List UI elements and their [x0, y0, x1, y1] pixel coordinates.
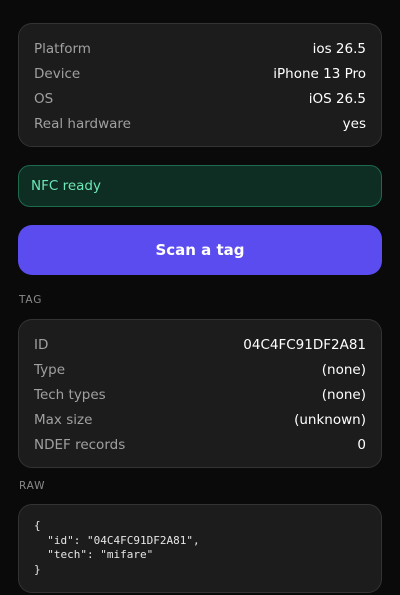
- platform-label: Platform: [34, 40, 91, 57]
- tag-ndef-records-label: NDEF records: [34, 436, 126, 453]
- tag-section-label: TAG: [19, 294, 43, 306]
- device-label: Device: [34, 65, 81, 82]
- tag-type-label: Type: [34, 361, 66, 378]
- device-info-card: Platform ios 26.5 Device iPhone 13 Pro O…: [18, 23, 382, 147]
- os-value: iOS 26.5: [308, 90, 366, 107]
- device-row-device: Device iPhone 13 Pro: [19, 61, 381, 86]
- platform-value: ios 26.5: [312, 40, 366, 57]
- tag-row-max-size: Max size (unknown): [19, 407, 381, 432]
- tag-max-size-label: Max size: [34, 411, 93, 428]
- nfc-screen: Platform ios 26.5 Device iPhone 13 Pro O…: [0, 0, 400, 595]
- tag-row-id: ID 04C4FC91DF2A81: [19, 332, 381, 357]
- device-row-platform: Platform ios 26.5: [19, 36, 381, 61]
- tag-tech-types-value: (none): [321, 386, 366, 403]
- real-hardware-label: Real hardware: [34, 115, 131, 132]
- tag-row-type: Type (none): [19, 357, 381, 382]
- tag-id-value: 04C4FC91DF2A81: [243, 336, 366, 353]
- tag-row-tech-types: Tech types (none): [19, 382, 381, 407]
- device-row-real-hardware: Real hardware yes: [19, 111, 381, 136]
- device-row-os: OS iOS 26.5: [19, 86, 381, 111]
- raw-section-label: RAW: [19, 480, 46, 492]
- os-label: OS: [34, 90, 54, 107]
- tag-tech-types-label: Tech types: [34, 386, 106, 403]
- tag-id-label: ID: [34, 336, 49, 353]
- raw-json-card: { "id": "04C4FC91DF2A81", "tech": "mifar…: [18, 504, 382, 593]
- device-value: iPhone 13 Pro: [273, 65, 366, 82]
- tag-info-card: ID 04C4FC91DF2A81 Type (none) Tech types…: [18, 319, 382, 468]
- tag-max-size-value: (unknown): [294, 411, 366, 428]
- nfc-status-text: NFC ready: [31, 178, 101, 194]
- raw-json-text: { "id": "04C4FC91DF2A81", "tech": "mifar…: [34, 519, 200, 576]
- scan-tag-button[interactable]: Scan a tag: [18, 225, 382, 275]
- nfc-status-banner: NFC ready: [18, 165, 382, 207]
- tag-type-value: (none): [321, 361, 366, 378]
- tag-row-ndef-records: NDEF records 0: [19, 432, 381, 457]
- real-hardware-value: yes: [342, 115, 366, 132]
- tag-ndef-records-value: 0: [357, 436, 366, 453]
